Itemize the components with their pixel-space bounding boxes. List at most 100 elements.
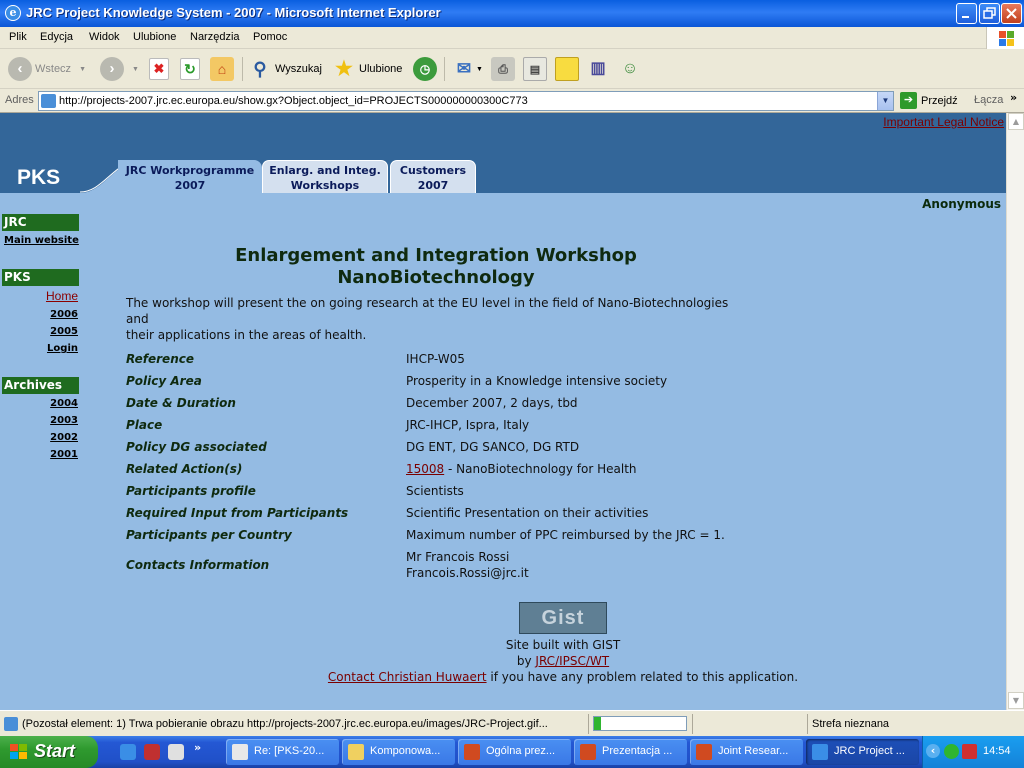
stop-button[interactable]: ✖ xyxy=(149,55,169,83)
taskbar-item-jrc-project[interactable]: JRC Project ... xyxy=(806,739,919,765)
user-name: Anonymous xyxy=(922,197,1001,211)
scroll-down-icon[interactable]: ▼ xyxy=(1008,692,1024,709)
quicklaunch-ie-icon[interactable] xyxy=(120,744,136,760)
nav-2005[interactable]: 2005 xyxy=(50,326,78,337)
refresh-button[interactable]: ↻ xyxy=(180,55,200,83)
nav-archive-2002[interactable]: 2002 xyxy=(50,432,78,443)
tray-expand-icon[interactable]: ‹ xyxy=(926,744,940,758)
nav-login[interactable]: Login xyxy=(47,343,78,354)
star-icon: ★ xyxy=(335,58,353,80)
windows-flag-icon xyxy=(10,744,27,759)
quicklaunch-app-icon[interactable] xyxy=(144,744,160,760)
menu-view[interactable]: Widok xyxy=(89,31,120,43)
address-dropdown-icon[interactable]: ▼ xyxy=(877,92,893,110)
window-title-bar[interactable]: e JRC Project Knowledge System - 2007 - … xyxy=(0,0,1024,27)
links-more-icon[interactable]: » xyxy=(1010,91,1017,104)
start-button[interactable]: Start xyxy=(0,736,98,768)
header-banner: Important Legal Notice PKS JRC Workprogr… xyxy=(0,113,1006,193)
reference-label: Reference xyxy=(126,352,194,366)
tab-enlarg-workshops[interactable]: Enlarg. and Integ. Workshops xyxy=(262,160,388,193)
research-button[interactable]: ▥ xyxy=(586,55,610,83)
back-button[interactable]: ‹ Wstecz ▼ xyxy=(8,55,86,83)
contacts-email: Francois.Rossi@jrc.it xyxy=(406,566,529,580)
contact-huwaert-link[interactable]: Contact Christian Huwaert xyxy=(328,670,487,684)
print-icon: ⎙ xyxy=(491,57,515,81)
print-button[interactable]: ⎙ xyxy=(491,55,515,83)
built-by-text: by JRC/IPSC/WT xyxy=(516,654,610,668)
favorites-button[interactable]: ★ Ulubione xyxy=(332,55,402,83)
page-icon xyxy=(41,94,56,108)
taskbar-item-presentation-1[interactable]: Ogólna prez... xyxy=(458,739,571,765)
search-button[interactable]: ⚲ Wyszukaj xyxy=(248,55,322,83)
close-button[interactable] xyxy=(1001,3,1022,24)
ati-icon[interactable] xyxy=(962,744,977,759)
reference-value: IHCP-W05 xyxy=(406,352,465,366)
contacts-name: Mr Francois Rossi xyxy=(406,550,510,564)
nav-2006[interactable]: 2006 xyxy=(50,309,78,320)
go-button[interactable]: ➔ Przejdź xyxy=(900,92,958,109)
nav-archive-2004[interactable]: 2004 xyxy=(50,398,78,409)
nav-heading-pks: PKS xyxy=(2,269,79,286)
address-input[interactable]: http://projects-2007.jrc.ec.europa.eu/sh… xyxy=(38,91,894,111)
taskbar-item-joint-research[interactable]: Joint Resear... xyxy=(690,739,803,765)
forward-button[interactable]: › ▼ xyxy=(100,55,139,83)
history-button[interactable]: ◷ xyxy=(413,55,437,83)
edit-icon: ▤ xyxy=(523,57,547,81)
ie-icon xyxy=(812,744,828,760)
page-subtitle: NanoBiotechnology xyxy=(337,267,535,288)
nav-heading-jrc: JRC xyxy=(2,214,79,231)
messenger-button[interactable]: ☺ xyxy=(618,55,642,83)
powerpoint-icon xyxy=(580,744,596,760)
forward-arrow-icon: › xyxy=(100,57,124,81)
window-title: JRC Project Knowledge System - 2007 - Mi… xyxy=(26,5,441,20)
web-page: Important Legal Notice PKS JRC Workprogr… xyxy=(0,113,1006,710)
network-icon[interactable] xyxy=(944,744,959,759)
nav-archive-2001[interactable]: 2001 xyxy=(50,449,78,460)
minimize-button[interactable] xyxy=(956,3,977,24)
vertical-scrollbar[interactable]: ▲ ▼ xyxy=(1006,113,1024,710)
discuss-button[interactable] xyxy=(555,55,579,83)
edit-button[interactable]: ▤ xyxy=(523,55,547,83)
menu-tools[interactable]: Narzędzia xyxy=(190,31,240,43)
nav-heading-archives: Archives xyxy=(2,377,79,394)
taskbar-item-mail[interactable]: Re: [PKS-20... xyxy=(226,739,339,765)
gist-logo[interactable]: Gist xyxy=(519,602,607,634)
nav-archive-2003[interactable]: 2003 xyxy=(50,415,78,426)
menu-bar: Plik Edycja Widok Ulubione Narzędzia Pom… xyxy=(0,27,1024,49)
menu-help[interactable]: Pomoc xyxy=(253,31,287,43)
scroll-up-icon[interactable]: ▲ xyxy=(1008,113,1024,130)
home-button[interactable]: ⌂ xyxy=(210,55,234,83)
taskbar-item-compose[interactable]: Komponowa... xyxy=(342,739,455,765)
nav-main-website[interactable]: Main website xyxy=(4,235,79,246)
go-arrow-icon: ➔ xyxy=(900,92,917,109)
workshop-description: The workshop will present the on going r… xyxy=(126,296,729,342)
close-icon xyxy=(1006,8,1017,19)
toolbar-separator xyxy=(444,57,445,81)
loading-progress-bar xyxy=(593,716,687,731)
status-bar: (Pozostał element: 1) Trwa pobieranie ob… xyxy=(0,710,1024,736)
security-zone: Strefa nieznana xyxy=(812,718,890,730)
restore-button[interactable] xyxy=(979,3,1000,24)
menu-file[interactable]: Plik xyxy=(9,31,27,43)
links-toolbar[interactable]: Łącza xyxy=(974,94,1003,106)
tab-jrc-workprogramme[interactable]: JRC Workprogramme 2007 xyxy=(118,160,262,193)
jrc-ipsc-wt-link[interactable]: JRC/IPSC/WT xyxy=(535,654,609,668)
quicklaunch-mail-icon[interactable] xyxy=(168,744,184,760)
taskbar: Start » Re: [PKS-20... Komponowa... Ogól… xyxy=(0,736,1024,768)
quicklaunch-more-icon[interactable]: » xyxy=(194,741,201,754)
messenger-icon: ☺ xyxy=(621,60,639,77)
related-action-link[interactable]: 15008 xyxy=(406,462,444,476)
status-divider xyxy=(807,714,808,734)
mail-icon: ✉ xyxy=(456,59,472,78)
mail-button[interactable]: ✉ ▼ xyxy=(452,55,483,83)
chevron-down-icon: ▼ xyxy=(79,65,86,73)
nav-home[interactable]: Home xyxy=(46,289,78,303)
tab-customers[interactable]: Customers 2007 xyxy=(390,160,476,193)
page-loading-icon xyxy=(4,717,18,731)
place-label: Place xyxy=(126,418,163,432)
menu-edit[interactable]: Edycja xyxy=(40,31,73,43)
menu-favorites[interactable]: Ulubione xyxy=(133,31,176,43)
taskbar-item-presentation-2[interactable]: Prezentacja ... xyxy=(574,739,687,765)
legal-notice-link[interactable]: Important Legal Notice xyxy=(883,115,1004,129)
address-bar: Adres http://projects-2007.jrc.ec.europa… xyxy=(0,89,1024,113)
